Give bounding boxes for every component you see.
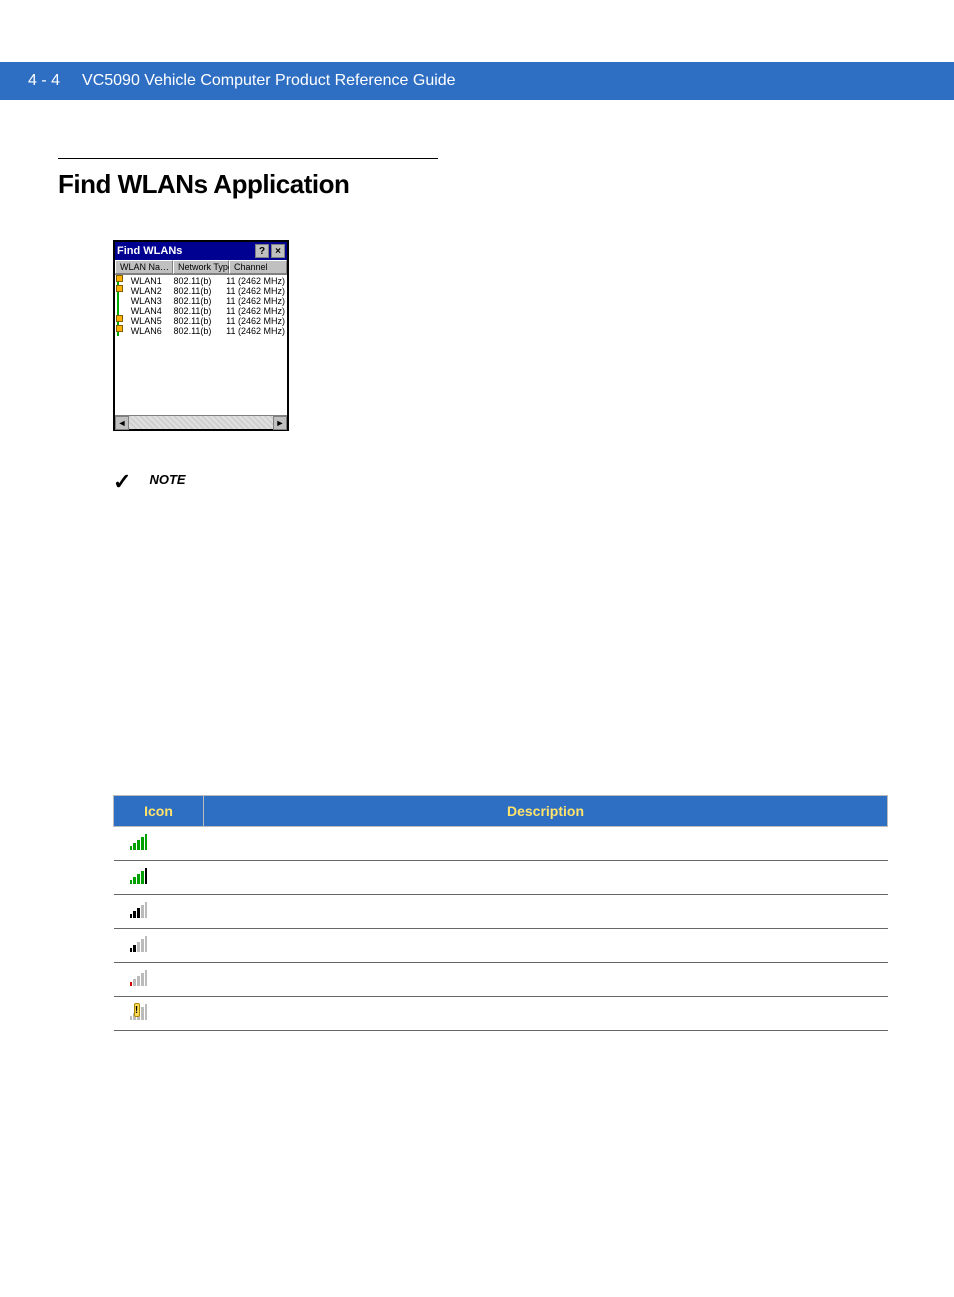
table-row xyxy=(114,895,888,929)
table-header-row: Icon Description xyxy=(114,796,888,827)
wlan-channel: 11 (2462 MHz) xyxy=(226,326,285,336)
document-title: VC5090 Vehicle Computer Product Referenc… xyxy=(82,72,456,90)
signal-5bars-icon xyxy=(114,827,204,861)
desc-cell xyxy=(204,997,888,1031)
help-button[interactable]: ? xyxy=(255,244,269,258)
table-row xyxy=(114,827,888,861)
close-button[interactable]: × xyxy=(271,244,285,258)
list-item[interactable]: WLAN1802.11(b)11 (2462 MHz) xyxy=(115,276,287,286)
horizontal-scrollbar[interactable]: ◄ ► xyxy=(115,415,287,429)
signal-icon-table: Icon Description xyxy=(113,795,888,1031)
page-number: 4 - 4 xyxy=(28,72,60,90)
signal-locked-icon xyxy=(117,286,129,296)
header-description: Description xyxy=(204,796,888,827)
signal-warning-icon: ! xyxy=(114,997,204,1031)
table-row xyxy=(114,929,888,963)
wlan-name: WLAN5 xyxy=(131,316,174,326)
header-bar: 4 - 4 VC5090 Vehicle Computer Product Re… xyxy=(0,62,954,100)
signal-1bar-red-icon xyxy=(114,963,204,997)
column-header-type[interactable]: Network Type xyxy=(173,260,229,274)
desc-cell xyxy=(204,827,888,861)
desc-cell xyxy=(204,929,888,963)
wlan-name: WLAN4 xyxy=(131,306,174,316)
checkmark-icon: ✓ xyxy=(113,469,131,495)
column-header-channel[interactable]: Channel xyxy=(229,260,287,274)
find-wlans-window: Find WLANs ? × WLAN Na… Network Type Cha… xyxy=(113,240,289,431)
note-label: NOTE xyxy=(149,472,185,487)
wlan-channel: 11 (2462 MHz) xyxy=(226,306,285,316)
wlan-list: WLAN1802.11(b)11 (2462 MHz)WLAN2802.11(b… xyxy=(115,275,287,415)
wlan-type: 802.11(b) xyxy=(174,326,227,336)
wlan-type: 802.11(b) xyxy=(174,276,227,286)
wlan-name: WLAN3 xyxy=(131,296,174,306)
wlan-channel: 11 (2462 MHz) xyxy=(226,316,285,326)
desc-cell xyxy=(204,895,888,929)
wlan-name: WLAN2 xyxy=(131,286,174,296)
wlan-name: WLAN1 xyxy=(131,276,174,286)
window-buttons: ? × xyxy=(255,244,285,258)
scroll-right-button[interactable]: ► xyxy=(273,416,287,430)
list-item[interactable]: WLAN4802.11(b)11 (2462 MHz) xyxy=(115,306,287,316)
signal-icon xyxy=(117,296,129,306)
list-item[interactable]: WLAN5802.11(b)11 (2462 MHz) xyxy=(115,316,287,326)
desc-cell xyxy=(204,861,888,895)
desc-cell xyxy=(204,963,888,997)
list-item[interactable]: WLAN6802.11(b)11 (2462 MHz) xyxy=(115,326,287,336)
table-row xyxy=(114,963,888,997)
header-icon: Icon xyxy=(114,796,204,827)
scroll-left-button[interactable]: ◄ xyxy=(115,416,129,430)
wlan-type: 802.11(b) xyxy=(174,316,227,326)
signal-2bars-icon xyxy=(114,929,204,963)
column-headers: WLAN Na… Network Type Channel xyxy=(115,260,287,275)
window-title: Find WLANs xyxy=(117,245,182,257)
note-block: ✓ NOTE xyxy=(113,469,888,495)
list-item[interactable]: WLAN2802.11(b)11 (2462 MHz) xyxy=(115,286,287,296)
signal-3bars-icon xyxy=(114,895,204,929)
section-rule xyxy=(58,158,438,159)
wlan-channel: 11 (2462 MHz) xyxy=(226,286,285,296)
signal-locked-icon xyxy=(117,326,129,336)
list-item[interactable]: WLAN3802.11(b)11 (2462 MHz) xyxy=(115,296,287,306)
section-title: Find WLANs Application xyxy=(58,169,888,200)
wlan-type: 802.11(b) xyxy=(174,296,227,306)
wlan-name: WLAN6 xyxy=(131,326,174,336)
wlan-type: 802.11(b) xyxy=(174,306,227,316)
wlan-channel: 11 (2462 MHz) xyxy=(226,296,285,306)
window-titlebar: Find WLANs ? × xyxy=(115,242,287,260)
column-header-name[interactable]: WLAN Na… xyxy=(115,260,173,274)
table-row xyxy=(114,861,888,895)
table-row: ! xyxy=(114,997,888,1031)
wlan-channel: 11 (2462 MHz) xyxy=(226,276,285,286)
signal-4bars-icon xyxy=(114,861,204,895)
wlan-type: 802.11(b) xyxy=(174,286,227,296)
